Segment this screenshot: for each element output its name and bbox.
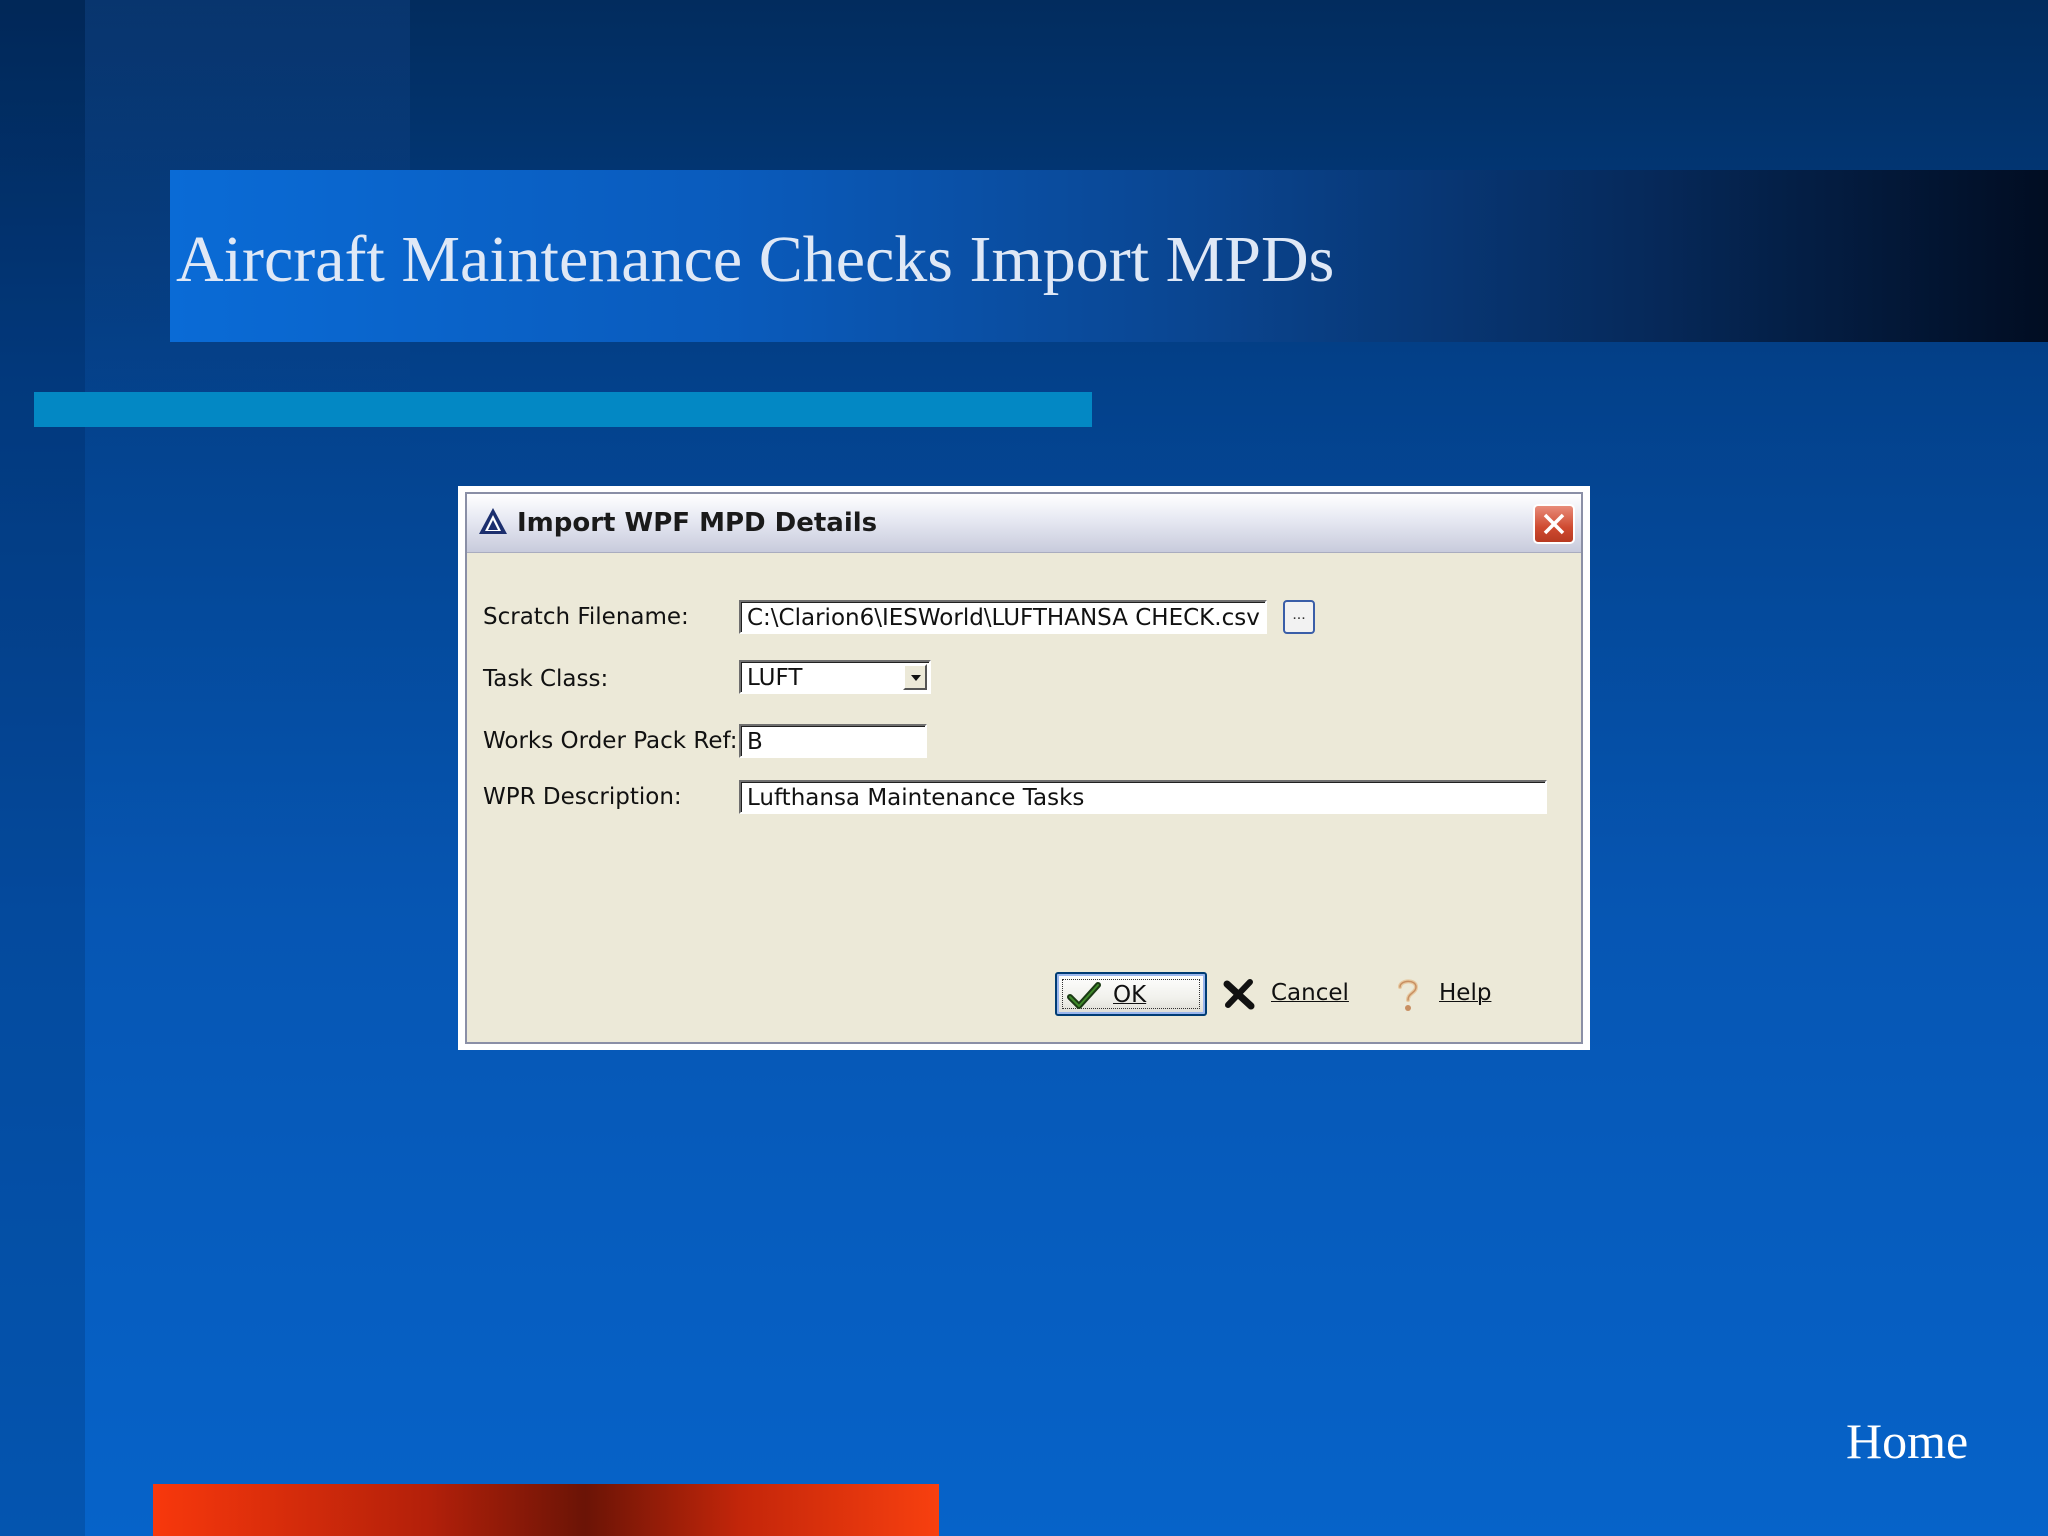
ok-button[interactable]: OK — [1055, 972, 1207, 1016]
task-class-value: LUFT — [747, 665, 803, 691]
browse-button[interactable]: ... — [1283, 600, 1315, 634]
task-class-select[interactable]: LUFT — [739, 660, 931, 694]
background-band — [0, 0, 85, 1536]
cancel-button-label: Cancel — [1271, 980, 1349, 1006]
accent-bar — [34, 392, 1092, 427]
cancel-button[interactable]: Cancel — [1223, 972, 1363, 1016]
slide-title: Aircraft Maintenance Checks Import MPDs — [176, 223, 1335, 296]
close-icon — [1543, 513, 1565, 535]
ok-button-label: OK — [1113, 982, 1147, 1008]
help-button-label: Help — [1439, 980, 1492, 1006]
bottom-accent-bar — [153, 1484, 939, 1536]
wpr-description-input[interactable]: Lufthansa Maintenance Tasks — [739, 780, 1547, 814]
chevron-down-icon[interactable] — [903, 664, 927, 690]
scratch-filename-input[interactable]: C:\Clarion6\IESWorld\LUFTHANSA CHECK.csv — [739, 600, 1267, 634]
dialog-title: Import WPF MPD Details — [517, 508, 878, 538]
cross-icon — [1223, 979, 1255, 1010]
task-class-label: Task Class: — [483, 666, 609, 692]
home-link[interactable]: Home — [1846, 1412, 1968, 1470]
works-order-pack-ref-input[interactable]: B — [739, 724, 927, 758]
scratch-filename-label: Scratch Filename: — [483, 604, 689, 630]
app-triangle-icon — [477, 506, 509, 536]
close-button[interactable] — [1533, 504, 1575, 544]
dialog-frame: Import WPF MPD Details Scratch Filename:… — [465, 492, 1583, 1044]
import-dialog: Import WPF MPD Details Scratch Filename:… — [458, 486, 1590, 1050]
question-mark-icon — [1398, 979, 1419, 1011]
wpr-description-label: WPR Description: — [483, 784, 682, 810]
checkmark-icon — [1067, 982, 1101, 1009]
works-order-pack-ref-label: Works Order Pack Ref: — [483, 728, 738, 754]
dialog-titlebar[interactable]: Import WPF MPD Details — [467, 494, 1581, 553]
help-button[interactable]: Help — [1395, 972, 1505, 1016]
